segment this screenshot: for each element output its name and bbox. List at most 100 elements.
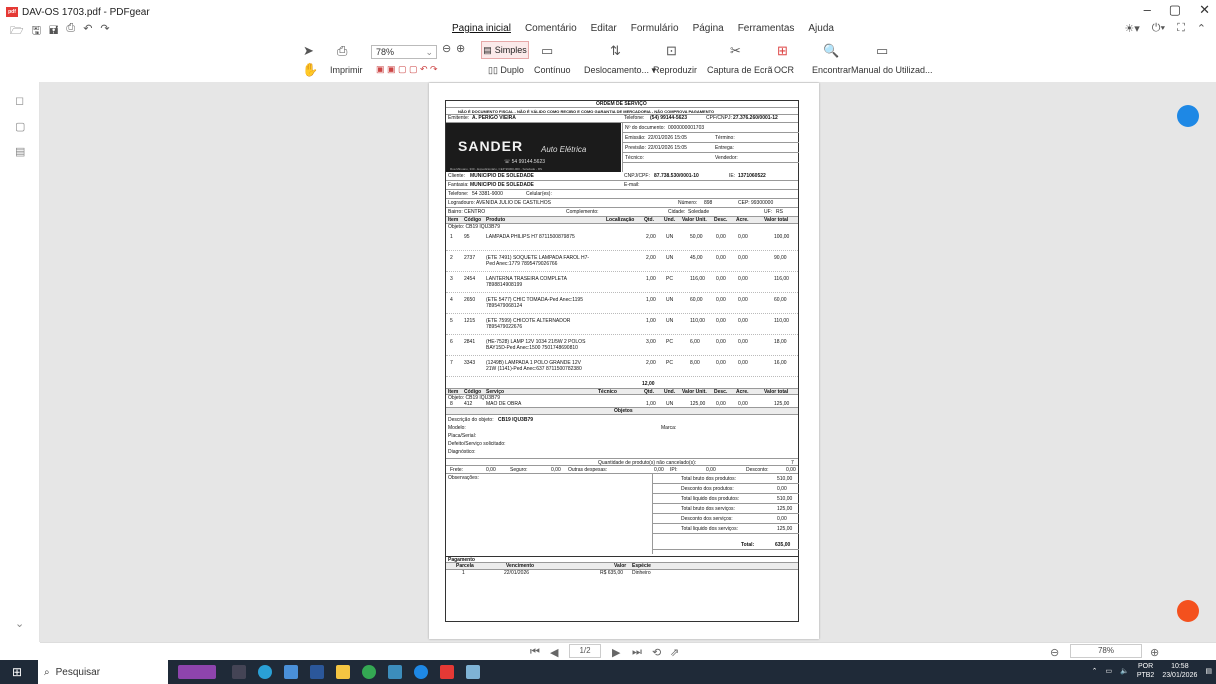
zoom-out-bottom-icon[interactable]: ⊖	[1050, 646, 1059, 659]
first-page-icon[interactable]: ⏮	[530, 646, 540, 659]
app2-icon[interactable]	[466, 665, 480, 679]
diagnostico-label: Diagnóstico:	[448, 449, 476, 455]
totals-row: Total liquido dos serviços: 125,00	[653, 524, 799, 534]
menu-editar[interactable]: Editar	[591, 23, 617, 34]
expand-sidebar-icon[interactable]: ⌄	[15, 617, 24, 630]
hand-tool-icon[interactable]: ✋	[302, 62, 318, 78]
totals-label: Total liquido dos produtos:	[681, 496, 740, 502]
zoom-in-icon[interactable]: ⊕	[456, 42, 465, 55]
seguro-label: Seguro:	[510, 467, 528, 473]
export-icon[interactable]: ⇗	[670, 646, 679, 659]
restore-button[interactable]: ▢	[1169, 2, 1181, 18]
duplo-button[interactable]: ▯▯ Duplo	[488, 65, 524, 76]
seguro-value: 0,00	[551, 467, 561, 473]
descricao-label: Descrição do objeto:	[448, 417, 494, 423]
bookmark-icon[interactable]: ◻	[15, 94, 24, 107]
clock[interactable]: 10:58 23/01/2026	[1162, 662, 1197, 680]
zoom-in-bottom-icon[interactable]: ⊕	[1150, 646, 1159, 659]
widget-icon[interactable]	[178, 665, 216, 679]
menu-comentario[interactable]: Comentário	[525, 23, 577, 34]
cell-unit: 50,00	[690, 234, 703, 240]
fantasia-row: Fantasia: MUNICIPIO DE SOLEDADE E-mail:	[446, 181, 798, 190]
volume-icon[interactable]: 🔈	[1120, 667, 1129, 675]
theme-icon[interactable]: ☀▾	[1124, 22, 1139, 35]
minimize-button[interactable]: –	[1144, 2, 1151, 18]
app-icon[interactable]	[388, 665, 402, 679]
pdfgear-icon[interactable]	[440, 665, 454, 679]
totals-block: Total bruto dos produtos: 510,00 Desconto …	[652, 474, 799, 554]
windows-start-icon[interactable]: ⊞	[12, 665, 22, 679]
deslocamento-button[interactable]: Deslocamento... ▾	[584, 65, 656, 76]
thumbnails-icon[interactable]: ▢	[15, 120, 25, 133]
last-page-icon[interactable]: ⏭	[632, 646, 642, 659]
word-icon[interactable]	[310, 665, 324, 679]
menu-ferramentas[interactable]: Ferramentas	[738, 23, 795, 34]
scroll-icon[interactable]: ⇅	[610, 43, 621, 59]
menu-pagina-inicial[interactable]: Pagina inicial	[452, 23, 511, 34]
zoom-level-input[interactable]: 78%	[1070, 644, 1142, 658]
ocr-button[interactable]: OCR	[774, 65, 794, 75]
search-placeholder: Pesquisar	[55, 666, 101, 678]
cell-qtd: 2,00	[646, 234, 656, 240]
select-tool-icon[interactable]: ➤	[303, 43, 314, 59]
close-button[interactable]: ✕	[1199, 2, 1210, 18]
emitente-label: Emitente:	[448, 115, 470, 121]
calculator-icon[interactable]	[284, 665, 298, 679]
prod-qtd-total: 12,00	[642, 381, 655, 387]
encontrar-button[interactable]: Encontrar	[812, 65, 851, 75]
col-item: Item	[448, 217, 459, 223]
continuo-button[interactable]: Contínuo	[534, 65, 571, 75]
comments-icon[interactable]: ▤	[15, 145, 25, 158]
captura-button[interactable]: Captura de Ecrã	[707, 65, 773, 75]
chrome-icon[interactable]	[362, 665, 376, 679]
page-number-input[interactable]: 1/2	[569, 644, 601, 658]
menu-ajuda[interactable]: Ajuda	[808, 23, 834, 34]
previsao-label: Previsão:	[625, 145, 646, 151]
cell-total: 16,00	[774, 360, 787, 366]
taskbar-search[interactable]: ⌕ Pesquisar	[38, 660, 168, 684]
numero-label: Número:	[678, 200, 698, 206]
account-icon[interactable]: ⏻▾	[1152, 22, 1165, 35]
modelo-label: Modelo:	[448, 425, 466, 431]
marca-label: Marca:	[661, 425, 677, 431]
reproduzir-button[interactable]: Reproduzir	[653, 65, 697, 75]
ocr-icon[interactable]: ⊞	[777, 43, 788, 59]
collapse-ribbon-icon[interactable]: ⌃	[1197, 22, 1206, 35]
scol-acre: Acre.	[736, 389, 749, 395]
celular-label: Celular(es):	[526, 191, 552, 197]
printer-icon[interactable]: ⎙	[337, 43, 347, 59]
banner-phone: ☏ 54 99144.5623	[504, 159, 546, 165]
fone-value: 54 3381-9000	[472, 191, 503, 197]
next-page-icon[interactable]: ▶	[612, 646, 620, 659]
menu-pagina[interactable]: Página	[693, 23, 724, 34]
objetos-header: Objetos	[446, 408, 798, 415]
manual-button[interactable]: Manual do Utilizad...	[851, 65, 933, 75]
fit-tools[interactable]: ▣ ▣ ▢ ▢ ↶ ↷	[376, 64, 438, 75]
play-icon[interactable]: ⊡	[666, 43, 677, 59]
lang-indicator[interactable]: POR PTB2	[1137, 662, 1155, 680]
network-icon[interactable]: ▭	[1105, 667, 1112, 675]
fullscreen-icon[interactable]: ⛶	[1177, 22, 1185, 35]
manual-icon[interactable]: ▭	[876, 43, 888, 59]
task-view-icon[interactable]	[232, 665, 246, 679]
col-codigo: Código	[464, 217, 482, 223]
prev-page-icon[interactable]: ◀	[550, 646, 558, 659]
print-button[interactable]: Imprimir	[330, 65, 363, 75]
notifications-icon[interactable]: ▤	[1205, 667, 1212, 675]
menu-formulario[interactable]: Formulário	[631, 23, 679, 34]
rotate-icon[interactable]: ⟲	[652, 646, 661, 659]
cell-item: 6	[450, 339, 453, 345]
find-icon[interactable]: 🔍	[823, 43, 839, 59]
translate-fab-icon[interactable]	[1177, 105, 1199, 127]
zoom-select[interactable]: 78% ⌄	[371, 45, 437, 59]
scissors-icon[interactable]: ✂	[730, 43, 741, 59]
cell-acre: 0,00	[738, 234, 748, 240]
zoom-out-icon[interactable]: ⊖	[442, 42, 451, 55]
browser-icon[interactable]	[414, 665, 428, 679]
simple-layout-icon[interactable]: ▭	[541, 43, 553, 59]
simples-button[interactable]: ▤ Simples	[481, 41, 529, 59]
file-explorer-icon[interactable]	[336, 665, 350, 679]
assistant-fab-icon[interactable]	[1177, 600, 1199, 622]
tray-chevron-icon[interactable]: ⌃	[1092, 667, 1098, 675]
edge-icon[interactable]	[258, 665, 272, 679]
